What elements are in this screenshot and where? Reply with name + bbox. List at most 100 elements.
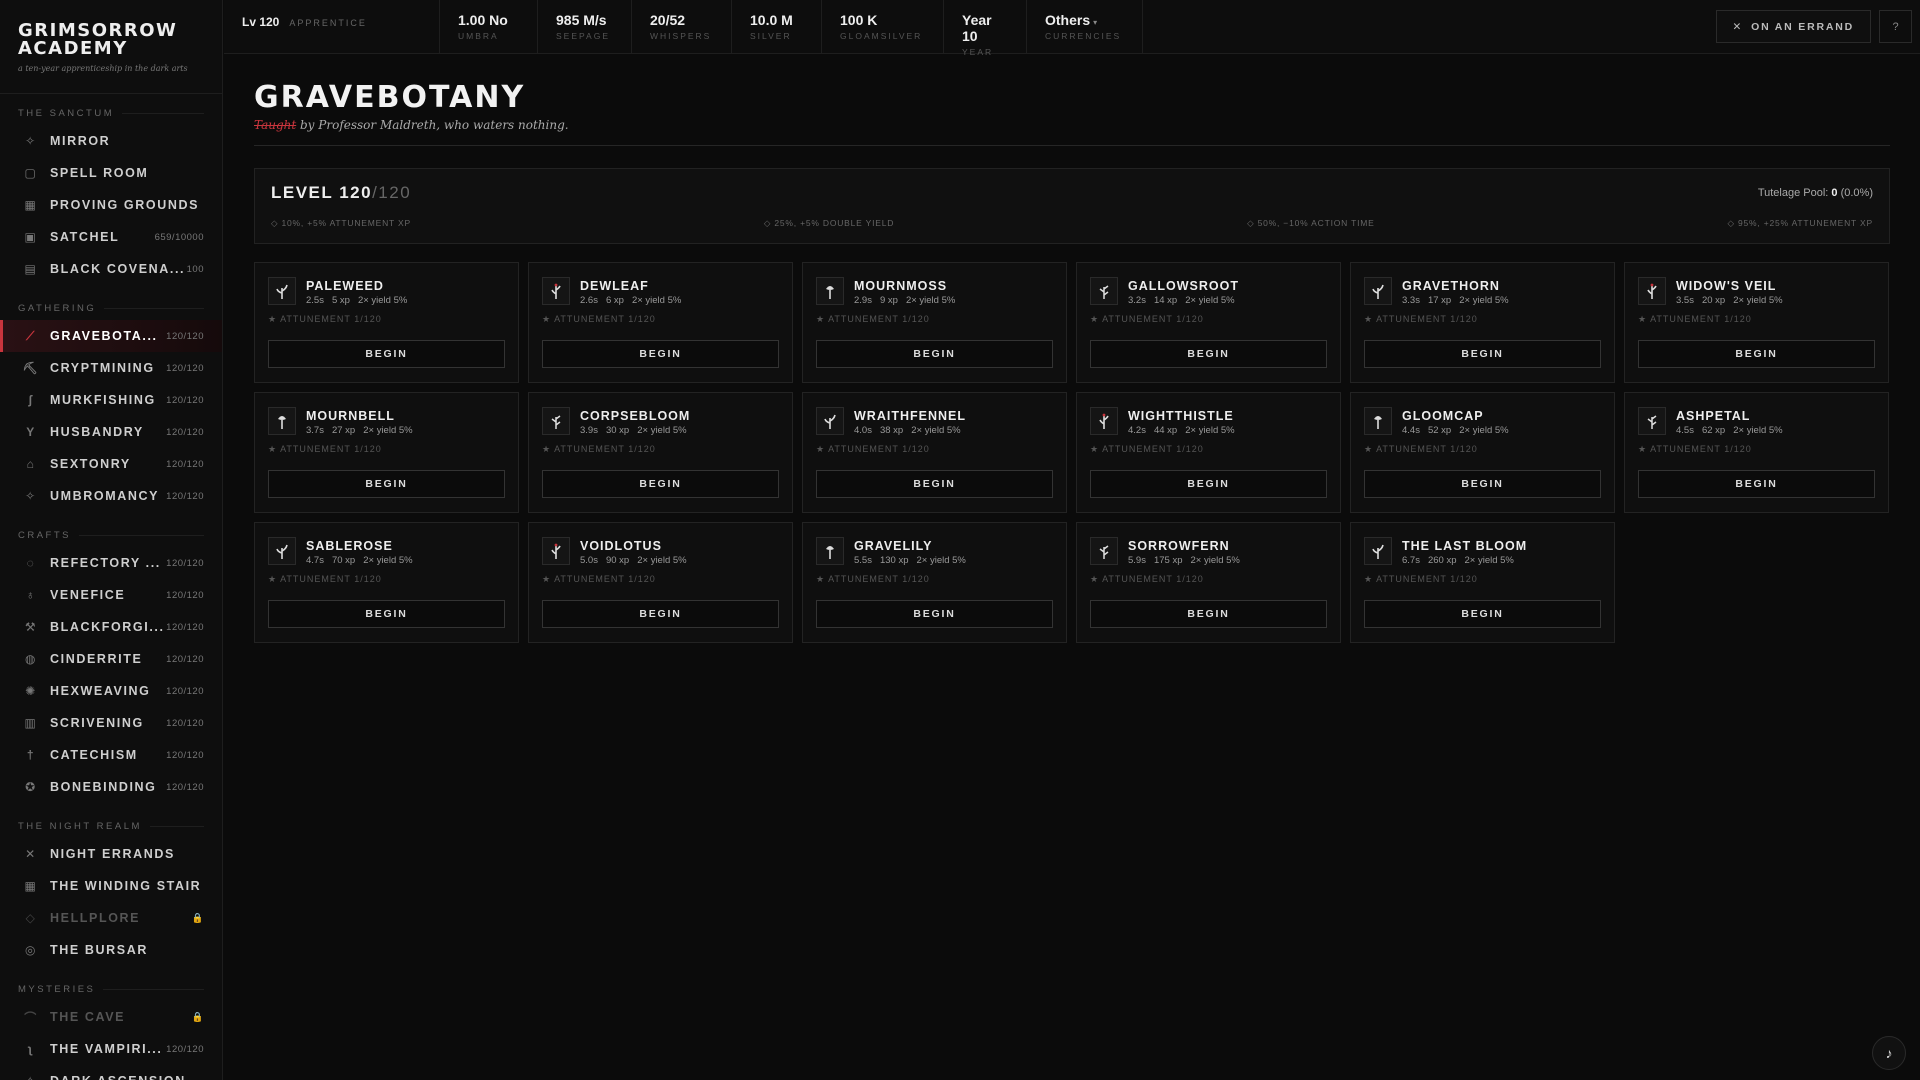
sidebar-section-label: THE NIGHT REALM [0, 821, 222, 832]
begin-button[interactable]: BEGIN [1364, 600, 1601, 628]
begin-button[interactable]: BEGIN [268, 470, 505, 498]
begin-button[interactable]: BEGIN [542, 600, 779, 628]
plant-xp: 30 xp [605, 425, 630, 436]
sidebar-item-proving-grounds[interactable]: ▦ PROVING GROUNDS [0, 189, 222, 221]
plant-meta: 3.9s 30 xp 2× yield 5% [580, 425, 695, 436]
spell-room-icon: ▢ [24, 166, 38, 180]
stat-gloamsilver: 100 K GLOAMSILVER [822, 0, 944, 54]
sidebar-item-hellplore[interactable]: ◇ HELLPLORE 🔒 [0, 902, 222, 934]
plant-attunement: ★ ATTUNEMENT 1/120 [268, 314, 505, 325]
sidebar-item-murkfishing[interactable]: ʃ MURKFISHING 120/120 [0, 384, 222, 416]
help-button[interactable]: ? [1879, 10, 1912, 43]
sidebar-item-vampiric[interactable]: ʅ THE VAMPIRI... 120/120 [0, 1033, 222, 1065]
begin-button[interactable]: BEGIN [542, 470, 779, 498]
plant-attunement-text: ATTUNEMENT 1/120 [1376, 314, 1478, 324]
plant-name: CORPSEBLOOM [580, 409, 691, 423]
star-icon: ★ [816, 314, 826, 324]
plant-attunement: ★ ATTUNEMENT 1/120 [816, 574, 1053, 585]
sidebar-item-black-covenant[interactable]: ▤ BLACK COVENA... 100 [0, 253, 222, 285]
black-covenant-icon: ▤ [24, 262, 38, 276]
begin-button[interactable]: BEGIN [1364, 340, 1601, 368]
begin-button[interactable]: BEGIN [268, 340, 505, 368]
star-icon: ★ [268, 314, 278, 324]
sidebar-item-winding-stair[interactable]: ▦ THE WINDING STAIR [0, 870, 222, 902]
plant-attunement: ★ ATTUNEMENT 1/120 [1090, 314, 1327, 325]
begin-button[interactable]: BEGIN [816, 600, 1053, 628]
sidebar-item-blackforging[interactable]: ⚒ BLACKFORGI... 120/120 [0, 611, 222, 643]
plant-attunement-text: ATTUNEMENT 1/120 [828, 444, 930, 454]
plant-sprig-icon [268, 277, 296, 305]
plant-info: WIGHTTHISTLE 4.2s 44 xp 2× yield 5% [1128, 407, 1243, 436]
stat-value-text: 20/52 [650, 12, 686, 28]
sidebar-item-label: THE BURSAR [50, 943, 148, 957]
plant-info: PALEWEED 2.5s 5 xp 2× yield 5% [306, 277, 415, 306]
sidebar-item-hexweaving[interactable]: ✺ HEXWEAVING 120/120 [0, 675, 222, 707]
sidebar-item-cinderrite[interactable]: ◍ CINDERRITE 120/120 [0, 643, 222, 675]
stat-value-text: 100 K [840, 12, 878, 28]
sidebar-item-scrivening[interactable]: ▥ SCRIVENING 120/120 [0, 707, 222, 739]
plant-attunement: ★ ATTUNEMENT 1/120 [542, 314, 779, 325]
hellplore-icon: ◇ [25, 911, 37, 925]
sidebar-item-satchel[interactable]: ▣ SATCHEL 659/10000 [0, 221, 222, 253]
sidebar-item-cave[interactable]: ⌒ THE CAVE 🔒 [0, 1001, 222, 1033]
sidebar-item-label: SATCHEL [50, 230, 120, 244]
sidebar-item-venefice[interactable]: ♁ VENEFICE 120/120 [0, 579, 222, 611]
music-toggle-button[interactable]: ♪ [1872, 1036, 1906, 1070]
begin-button[interactable]: BEGIN [1638, 340, 1875, 368]
sidebar-item-night-errands[interactable]: ✕ NIGHT ERRANDS [0, 838, 222, 870]
plant-card-wightthistle: WIGHTTHISTLE 4.2s 44 xp 2× yield 5% ★ ATTUNEM… [1076, 392, 1341, 513]
sidebar-item-bonebinding[interactable]: ✪ BONEBINDING 120/120 [0, 771, 222, 803]
sidebar-item-count: 120/120 [166, 1043, 204, 1055]
plant-xp: 62 xp [1701, 425, 1726, 436]
plant-sprig-icon [542, 407, 570, 435]
star-icon: ★ [1364, 314, 1374, 324]
plant-card-ashpetal: ASHPETAL 4.5s 62 xp 2× yield 5% ★ ATTUNEMENT … [1624, 392, 1889, 513]
tutelage-pool-value: 0 [1831, 187, 1838, 199]
cryptmining-icon: ⛏ [22, 361, 40, 375]
plant-time: 3.3s [1402, 295, 1420, 306]
plant-name: PALEWEED [306, 279, 384, 293]
subtitle-text: by Professor Maldreth, who waters nothin… [296, 118, 569, 132]
begin-button[interactable]: BEGIN [816, 340, 1053, 368]
plant-meta: 3.2s 14 xp 2× yield 5% [1128, 295, 1243, 306]
begin-button[interactable]: BEGIN [1090, 470, 1327, 498]
sidebar-item-cryptmining[interactable]: ⛏ CRYPTMINING 120/120 [0, 352, 222, 384]
sidebar-item-dark-ascension[interactable]: ✧ DARK ASCENSION [0, 1065, 222, 1080]
begin-button[interactable]: BEGIN [542, 340, 779, 368]
plant-name: GRAVELILY [854, 539, 933, 553]
plant-attunement-text: ATTUNEMENT 1/120 [1650, 444, 1752, 454]
sidebar-item-catechism[interactable]: † CATECHISM 120/120 [0, 739, 222, 771]
stat-currencies[interactable]: Others ▾ CURRENCIES [1027, 0, 1143, 54]
sidebar-item-refectory[interactable]: ◌ REFECTORY ... 120/120 [0, 547, 222, 579]
star-icon: ★ [1090, 314, 1100, 324]
sidebar-item-mirror[interactable]: ✧ MIRROR [0, 125, 222, 157]
begin-button[interactable]: BEGIN [1090, 600, 1327, 628]
plant-name: SABLEROSE [306, 539, 393, 553]
begin-button[interactable]: BEGIN [1638, 470, 1875, 498]
on-an-errand-button[interactable]: ✕ ON AN ERRAND [1715, 10, 1871, 43]
sidebar-item-gravebotany[interactable]: ⟋ GRAVEBOTA... 120/120 [0, 320, 222, 352]
milestone-list: ◇ 10%, +5% ATTUNEMENT XP ◇ 25%, +5% DOUBL… [271, 218, 1873, 229]
sidebar-item-label: REFECTORY ... [50, 556, 161, 570]
sidebar-item-label: THE WINDING STAIR [50, 879, 202, 893]
begin-button[interactable]: BEGIN [1364, 470, 1601, 498]
sidebar-item-spell-room[interactable]: ▢ SPELL ROOM [0, 157, 222, 189]
plant-yield: 2× yield 5% [1185, 425, 1235, 436]
bursar-icon: ◎ [24, 943, 38, 957]
plant-meta: 4.5s 62 xp 2× yield 5% [1676, 425, 1791, 436]
begin-button[interactable]: BEGIN [1090, 340, 1327, 368]
sidebar-item-umbromancy[interactable]: ✧ UMBROMANCY 120/120 [0, 480, 222, 512]
plant-card-header: CORPSEBLOOM 3.9s 30 xp 2× yield 5% [542, 407, 779, 436]
plant-card-header: WIGHTTHISTLE 4.2s 44 xp 2× yield 5% [1090, 407, 1327, 436]
stat-value-text: 1.00 No [458, 12, 508, 28]
plant-sprig-icon [1090, 407, 1118, 435]
sidebar-item-bursar[interactable]: ◎ THE BURSAR [0, 934, 222, 966]
begin-button[interactable]: BEGIN [268, 600, 505, 628]
plant-info: DEWLEAF 2.6s 6 xp 2× yield 5% [580, 277, 689, 306]
sidebar-section-label: MYSTERIES [0, 984, 222, 995]
sidebar-item-sextonry[interactable]: ⌂ SEXTONRY 120/120 [0, 448, 222, 480]
plant-card-gallowsroot: GALLOWSROOT 3.2s 14 xp 2× yield 5% ★ ATTUNEME… [1076, 262, 1341, 383]
plant-attunement: ★ ATTUNEMENT 1/120 [1364, 574, 1601, 585]
sidebar-item-husbandry[interactable]: Y HUSBANDRY 120/120 [0, 416, 222, 448]
begin-button[interactable]: BEGIN [816, 470, 1053, 498]
